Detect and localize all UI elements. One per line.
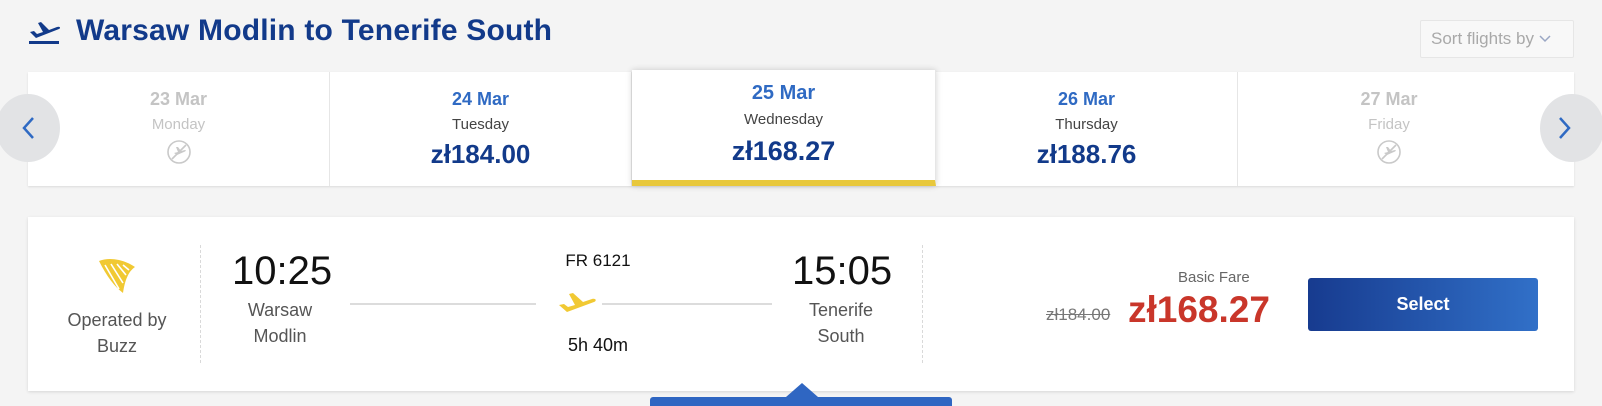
select-button[interactable]: Select bbox=[1308, 278, 1538, 331]
airplane-icon bbox=[559, 293, 596, 312]
date-label: 27 Mar bbox=[1360, 89, 1418, 109]
chevron-left-icon bbox=[22, 117, 34, 139]
date-cell-23-mar: 23 Mar Monday bbox=[28, 72, 330, 186]
flight-card: Operated by Buzz 10:25 Warsaw Modlin FR … bbox=[28, 217, 1574, 391]
arrival-city-line1: Tenerife bbox=[808, 300, 874, 320]
page-title: Warsaw Modlin to Tenerife South bbox=[76, 14, 553, 47]
date-cell-27-mar: 27 Mar Friday bbox=[1238, 72, 1574, 186]
weekday-label: Friday bbox=[1368, 116, 1410, 133]
sort-dropdown[interactable]: Sort flights by bbox=[1420, 20, 1574, 58]
date-label: 26 Mar bbox=[1057, 89, 1116, 109]
weekday-label: Tuesday bbox=[452, 116, 509, 133]
route-line-right bbox=[602, 303, 772, 305]
weekday-label: Wednesday bbox=[744, 111, 823, 128]
departure-time: 10:25 bbox=[232, 249, 333, 293]
date-carousel: 23 Mar Monday 24 Mar Tuesday zł184.00 25… bbox=[28, 70, 1574, 186]
departure-city-line2: Modlin bbox=[253, 326, 307, 346]
divider bbox=[200, 245, 201, 363]
arrival-city: Tenerife South bbox=[788, 297, 894, 349]
fare-panel-edge bbox=[650, 397, 952, 406]
next-dates-button[interactable] bbox=[1540, 94, 1602, 162]
sort-label: Sort flights by bbox=[1431, 29, 1534, 48]
no-flights-icon bbox=[166, 140, 191, 164]
date-price: zł184.00 bbox=[430, 139, 531, 169]
fare-type-label: Basic Fare bbox=[1178, 269, 1250, 286]
date-cell-25-mar[interactable]: 25 Mar Wednesday zł168.27 bbox=[632, 70, 936, 186]
date-label: 25 Mar bbox=[751, 82, 816, 104]
date-cell-24-mar[interactable]: 24 Mar Tuesday zł184.00 bbox=[330, 72, 632, 186]
arrival-city-line2: South bbox=[817, 326, 865, 346]
flight-number: FR 6121 bbox=[565, 251, 631, 270]
date-price: zł188.76 bbox=[1036, 139, 1137, 169]
date-label: 24 Mar bbox=[451, 89, 510, 109]
original-price: zł184.00 bbox=[1046, 305, 1111, 324]
date-label: 23 Mar bbox=[149, 89, 208, 109]
date-price: zł168.27 bbox=[731, 136, 836, 166]
no-flights-icon bbox=[1377, 140, 1401, 164]
harp-logo-icon bbox=[99, 259, 135, 293]
departure-city: Warsaw Modlin bbox=[228, 297, 332, 349]
divider bbox=[922, 245, 923, 363]
route-line-left bbox=[350, 303, 536, 305]
arrival-time: 15:05 bbox=[792, 249, 893, 293]
operator-info: Operated by Buzz bbox=[58, 253, 176, 359]
date-cell-26-mar[interactable]: 26 Mar Thursday zł188.76 bbox=[936, 72, 1238, 186]
flight-duration: 5h 40m bbox=[567, 335, 629, 355]
selection-pointer bbox=[786, 383, 818, 397]
weekday-label: Monday bbox=[151, 116, 206, 133]
current-price: zł168.27 bbox=[1128, 289, 1270, 330]
chevron-right-icon bbox=[1559, 117, 1571, 139]
operator-name: Buzz bbox=[96, 336, 138, 356]
page-header: Warsaw Modlin to Tenerife South bbox=[28, 14, 552, 48]
weekday-label: Thursday bbox=[1055, 116, 1118, 133]
operated-by-label: Operated by bbox=[67, 310, 167, 330]
chevron-down-icon bbox=[1539, 35, 1551, 43]
departing-plane-icon bbox=[29, 22, 61, 44]
departure-city-line1: Warsaw bbox=[247, 300, 313, 320]
